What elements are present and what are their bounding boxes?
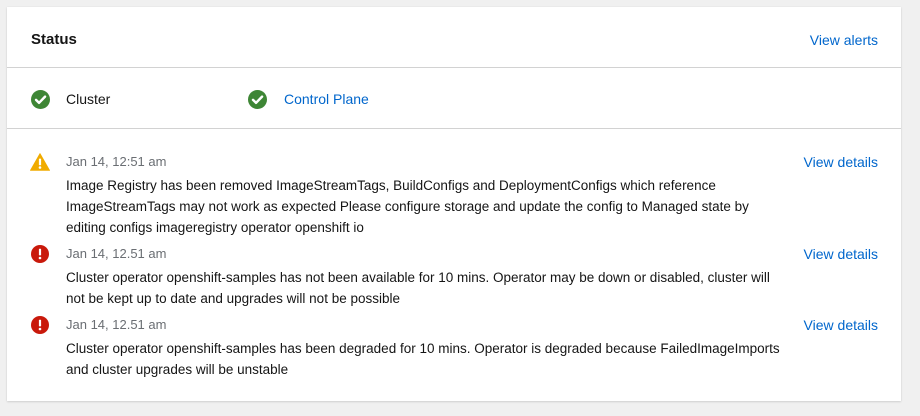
health-label-cluster: Cluster [66,90,111,107]
card-title: Status [31,31,77,48]
control-plane-link[interactable]: Control Plane [284,91,369,108]
health-item-control-plane: Control Plane [248,89,369,109]
alert-message: Image Registry has been removed ImageStr… [66,178,749,235]
health-item-cluster: Cluster [31,89,110,109]
alert-message: Cluster operator openshift-samples has b… [66,341,780,377]
status-card-header: Status View alerts [7,7,901,68]
alert-message: Cluster operator openshift-samples has n… [66,270,770,306]
view-details-link[interactable]: View details [804,317,878,334]
view-details-link[interactable]: View details [804,246,878,263]
alert-timestamp: Jan 14, 12:51 am [66,154,167,169]
alert-timestamp: Jan 14, 12.51 am [66,317,167,332]
status-card: Status View alerts Cluster Control Plane [7,7,901,401]
check-circle-icon [248,89,267,109]
exclamation-circle-icon [31,245,49,263]
view-details-link[interactable]: View details [804,154,878,171]
view-alerts-link[interactable]: View alerts [810,32,878,49]
check-circle-icon [31,89,50,109]
health-row: Cluster Control Plane [7,68,901,129]
exclamation-circle-icon [31,316,49,334]
warning-triangle-icon [30,153,50,171]
alert-timestamp: Jan 14, 12.51 am [66,246,167,261]
